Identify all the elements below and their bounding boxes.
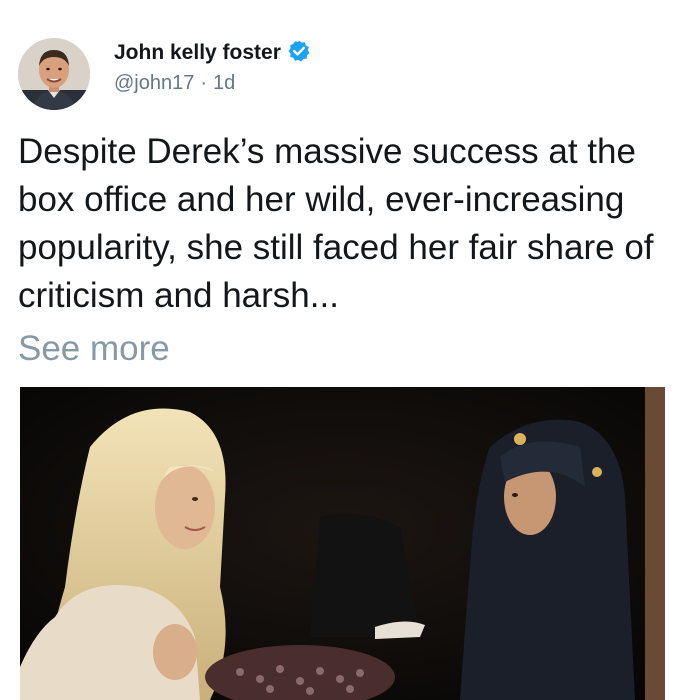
author-name[interactable]: John kelly foster — [114, 39, 311, 69]
avatar[interactable] — [18, 38, 90, 110]
post-time[interactable]: 1d — [213, 72, 235, 94]
see-more-link[interactable]: See more — [18, 325, 170, 373]
post-meta: @john17 · 1d — [114, 72, 235, 95]
author-name-text: John kelly foster — [114, 41, 281, 64]
verified-badge-icon — [287, 39, 311, 69]
post-card: John kelly foster @john17 · 1d Despite Der… — [0, 0, 700, 700]
post-media-image[interactable] — [20, 387, 665, 700]
post-text: Despite Derek’s massive success at the b… — [18, 132, 654, 315]
meta-separator: · — [200, 72, 208, 94]
author-handle[interactable]: @john17 — [114, 72, 194, 94]
